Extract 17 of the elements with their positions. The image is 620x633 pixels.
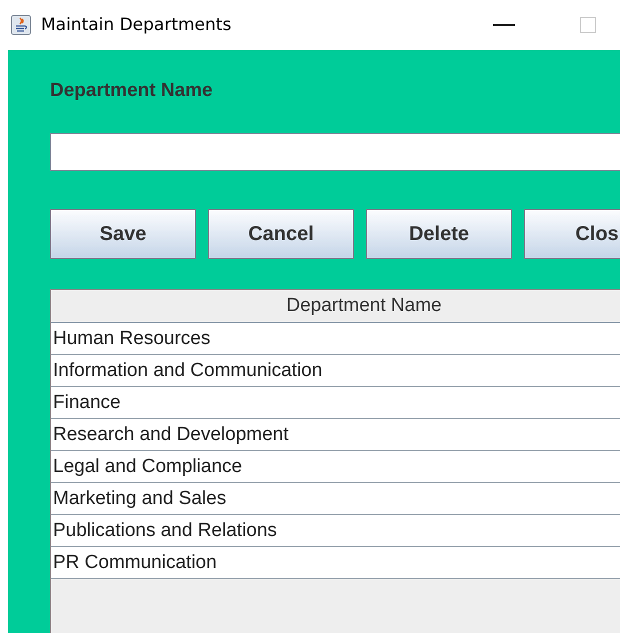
input-field[interactable] [50,133,620,171]
table-cell[interactable]: Finance [51,387,620,419]
window-title: Maintain Departments [41,15,232,35]
action-button[interactable]: Save [50,209,196,259]
table-cell[interactable]: Marketing and Sales [51,483,620,515]
table-cell[interactable]: Information and Communication [51,355,620,387]
action-button[interactable]: Clos [524,209,620,259]
table-cell[interactable]: Publications and Relations [51,515,620,547]
table-cell[interactable]: PR Communication [51,547,620,579]
field-label: Department Name [50,80,214,103]
cup-icon [11,15,31,35]
table-cell[interactable]: Research and Development [51,419,620,451]
minimize-icon[interactable] [493,23,515,27]
table-cell[interactable]: Human Resources [51,323,620,355]
action-button[interactable]: Cancel [208,209,354,259]
action-button[interactable]: Delete [366,209,512,259]
table-cell[interactable]: Legal and Compliance [51,451,620,483]
